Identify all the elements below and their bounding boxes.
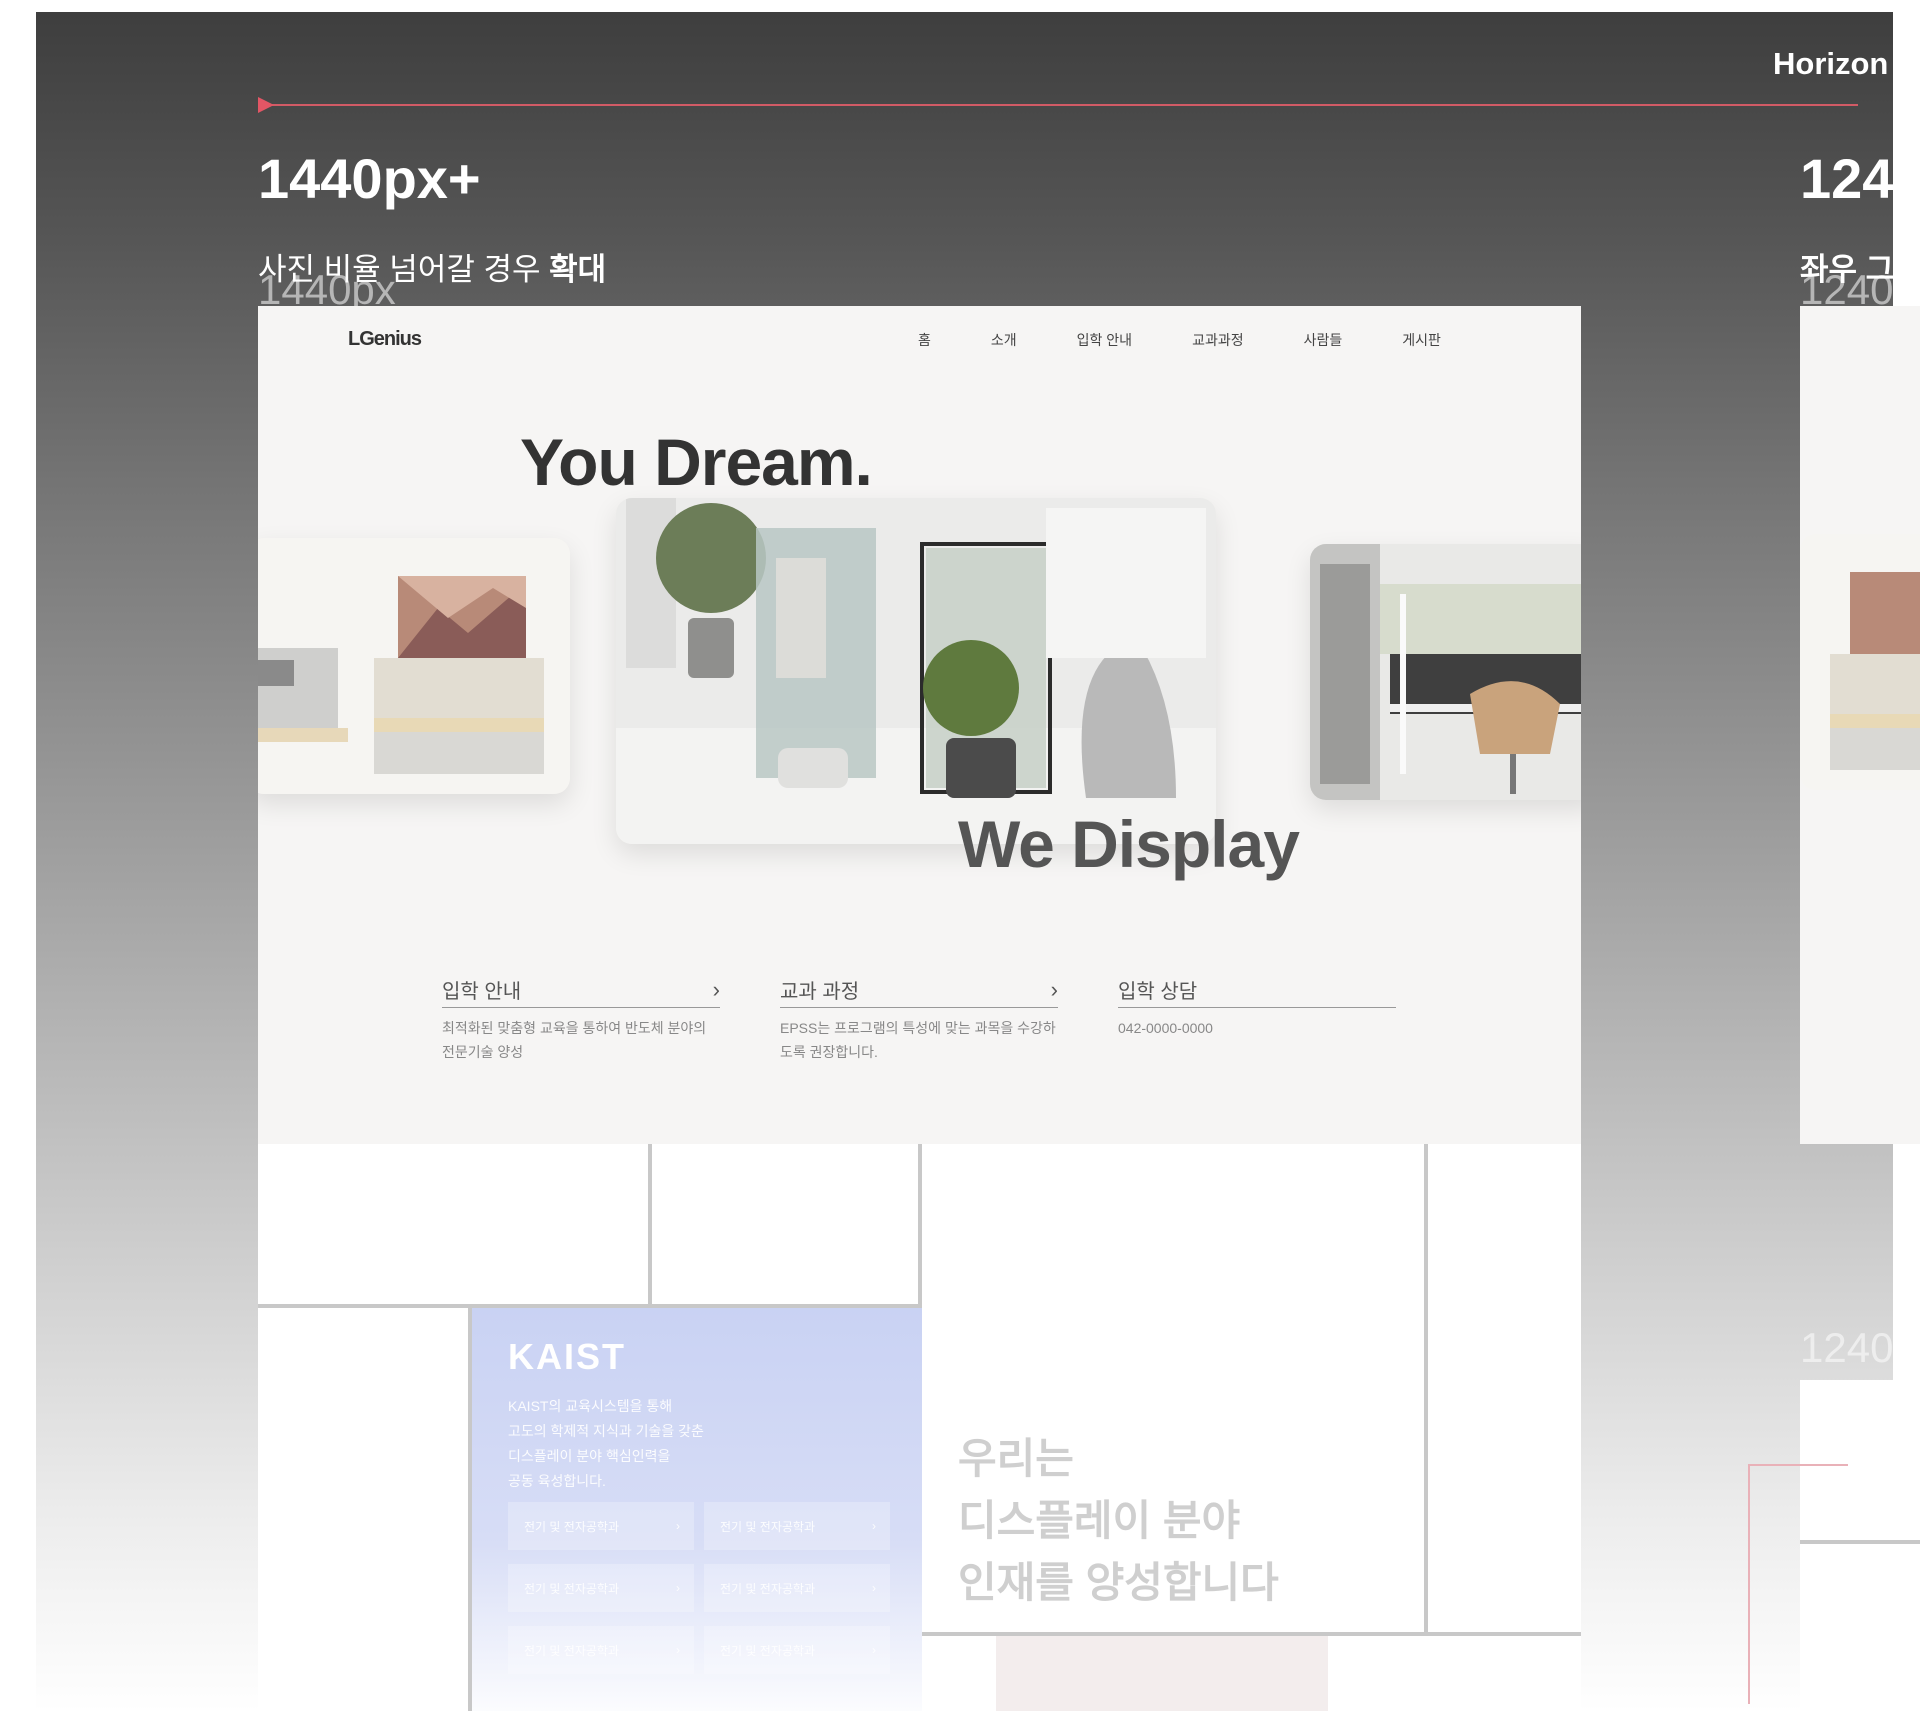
info-consultation-phone: 042-0000-0000 (1118, 1020, 1213, 1036)
frame-label-1240-lower: 1240 (1800, 1324, 1894, 1371)
info-consultation-title: 입학 상담 (1118, 981, 1198, 1003)
dept-button[interactable]: 전기 및 전자공학과 › (508, 1564, 694, 1612)
guide-line (1748, 1464, 1750, 1704)
site-nav: 홈 소개 입학 안내 교과과정 사람들 게시판 (918, 330, 1501, 350)
grid-line (1800, 1540, 1920, 1544)
chevron-right-icon: › (676, 1581, 680, 1595)
website-lower-section: KAIST KAIST의 교육시스템을 통해 고도의 학제적 지식과 기술을 갖… (258, 1144, 1581, 1711)
info-curriculum-title: 교과 과정 (780, 981, 860, 1003)
grid-line (648, 1144, 652, 1308)
hero-image-left (258, 538, 570, 794)
nav-item-people[interactable]: 사람들 (1304, 330, 1343, 350)
design-board-root: Horizon 1440px+ 사진 비율 넘어갈 경우 확대 1440px 1… (0, 0, 1931, 1723)
dept-button-label: 전기 및 전자공학과 (720, 1643, 815, 1658)
chevron-right-icon[interactable]: › (1038, 977, 1058, 1003)
info-curriculum[interactable]: 교과 과정 › EPSS는 프로그램의 특성에 맞는 과목을 수강하도록 권장합… (780, 972, 1058, 1064)
site-logo[interactable]: LGenius (348, 328, 422, 351)
nav-item-admission[interactable]: 입학 안내 (1077, 330, 1132, 350)
chevron-right-icon: › (872, 1519, 876, 1533)
nav-item-board[interactable]: 게시판 (1402, 330, 1441, 350)
dept-button-label: 전기 및 전자공학과 (720, 1519, 815, 1534)
dept-button[interactable]: 전기 및 전자공학과 › (704, 1564, 890, 1612)
dept-button[interactable]: 전기 및 전자공학과 › (508, 1502, 694, 1550)
website-frame-1440: LGenius 홈 소개 입학 안내 교과과정 사람들 게시판 You Drea… (258, 306, 1581, 1144)
guide-line (1748, 1464, 1848, 1466)
dept-button-label: 전기 및 전자공학과 (720, 1581, 815, 1596)
website-frame-1240 (1800, 306, 1920, 1144)
info-consultation: 입학 상담 042-0000-0000 (1118, 972, 1396, 1040)
kaist-description: KAIST의 교육시스템을 통해 고도의 학제적 지식과 기술을 갖춘 디스플레… (508, 1398, 704, 1489)
info-admission-header: 입학 안내 › (442, 972, 720, 1008)
dept-button-label: 전기 및 전자공학과 (524, 1643, 619, 1658)
chevron-right-icon: › (676, 1643, 680, 1657)
hero-image-left (1800, 534, 1920, 790)
nav-item-home[interactable]: 홈 (918, 330, 931, 350)
slogan-text: 우리는 디스플레이 분야 인재를 양성합니다 (958, 1435, 1279, 1606)
dept-button[interactable]: 전기 및 전자공학과 › (704, 1626, 890, 1674)
website-frame-1240-lower (1800, 1380, 1920, 1710)
kaist-logo: KAIST (508, 1336, 626, 1377)
subtitle-bold: 확대 (549, 252, 607, 287)
horizontal-label: Horizon (1773, 46, 1889, 81)
chevron-right-icon: › (676, 1519, 680, 1533)
nav-item-curriculum[interactable]: 교과과정 (1192, 330, 1244, 350)
breakpoint-ruler-line (258, 104, 1858, 106)
hero-headline-2: We Display (958, 807, 1300, 881)
chevron-right-icon: › (872, 1643, 876, 1657)
info-consultation-header: 입학 상담 (1118, 972, 1396, 1008)
info-admission[interactable]: 입학 안내 › 최적화된 맞춤형 교육을 통하여 반도체 분야의 전문기술 양성 (442, 972, 720, 1064)
info-curriculum-desc: EPSS는 프로그램의 특성에 맞는 과목을 수강하도록 권장합니다. (780, 1020, 1056, 1060)
pink-block (996, 1636, 1328, 1711)
hero-image-center (616, 498, 1216, 844)
triangle-right-icon (258, 97, 274, 113)
hero-headline-1: You Dream. (520, 425, 873, 499)
dept-button-label: 전기 및 전자공학과 (524, 1519, 619, 1534)
info-admission-title: 입학 안내 (442, 981, 522, 1003)
dept-button-label: 전기 및 전자공학과 (524, 1581, 619, 1596)
dept-button[interactable]: 전기 및 전자공학과 › (704, 1502, 890, 1550)
chevron-right-icon[interactable]: › (700, 977, 720, 1003)
nav-item-about[interactable]: 소개 (991, 330, 1017, 350)
kaist-panel: KAIST KAIST의 교육시스템을 통해 고도의 학제적 지식과 기술을 갖… (472, 1308, 922, 1711)
dept-button[interactable]: 전기 및 전자공학과 › (508, 1626, 694, 1674)
info-admission-desc: 최적화된 맞춤형 교육을 통하여 반도체 분야의 전문기술 양성 (442, 1020, 707, 1060)
info-curriculum-header: 교과 과정 › (780, 972, 1058, 1008)
hero-image-right (1310, 544, 1581, 800)
grid-line (1424, 1144, 1428, 1634)
breakpoint-title-1440: 1440px+ (258, 147, 481, 210)
breakpoint-title-1240: 124 (1800, 147, 1894, 210)
chevron-right-icon: › (872, 1581, 876, 1595)
